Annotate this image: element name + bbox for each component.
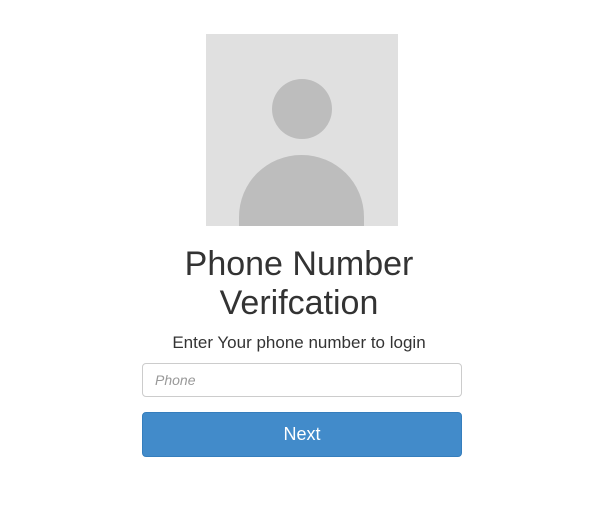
avatar-head-shape bbox=[272, 79, 332, 139]
page-title-line-2: Verifcation bbox=[219, 284, 379, 322]
page-title: Phone Number Verifcation bbox=[0, 245, 598, 323]
page-title-line-1: Phone Number bbox=[184, 245, 414, 283]
avatar-body-shape bbox=[239, 155, 364, 226]
phone-input[interactable] bbox=[142, 363, 462, 397]
login-instructions: Enter Your phone number to login bbox=[172, 333, 426, 352]
next-button[interactable]: Next bbox=[142, 412, 462, 457]
avatar-placeholder-icon bbox=[206, 34, 398, 226]
